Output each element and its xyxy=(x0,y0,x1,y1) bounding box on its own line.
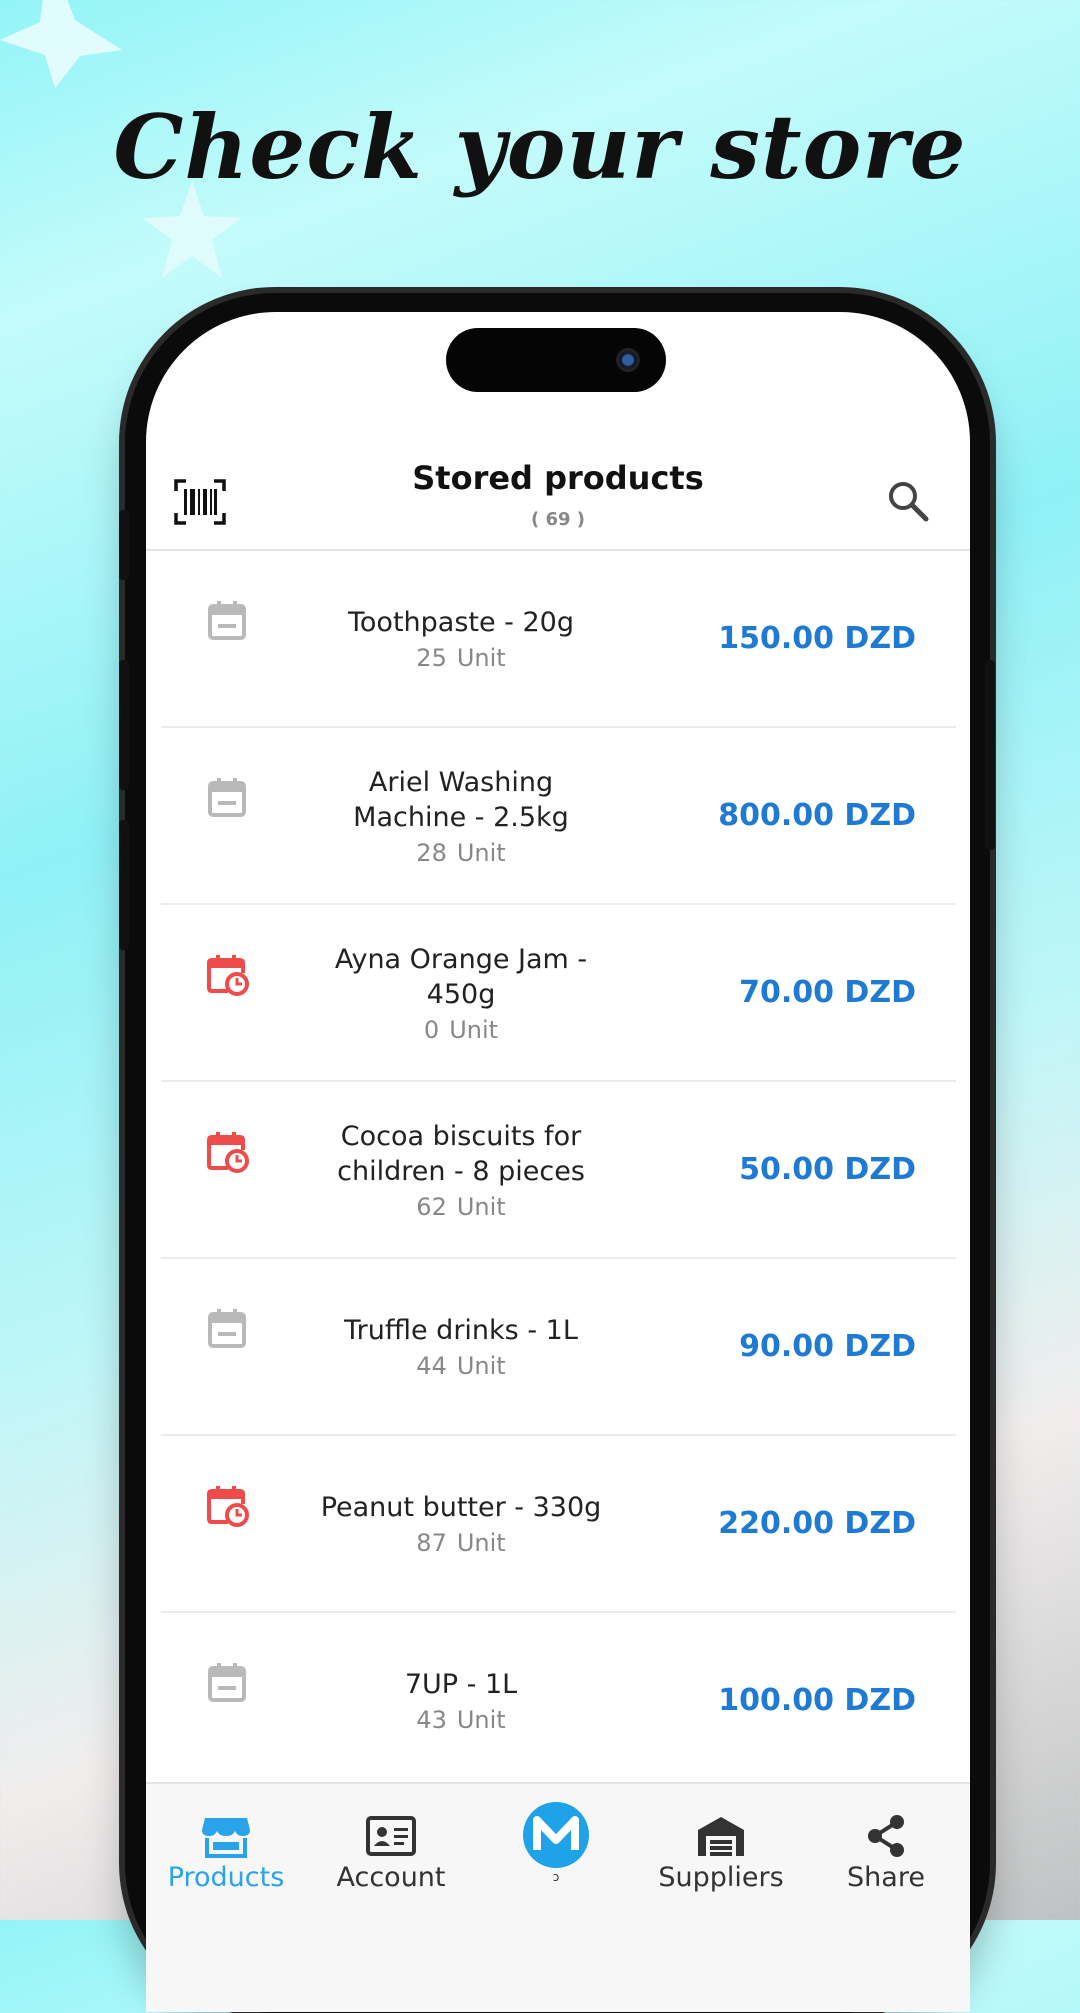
product-info: Peanut butter - 330g 87 Unit xyxy=(311,1436,611,1611)
product-info: Toothpaste - 20g 25 Unit xyxy=(311,551,611,726)
product-quantity: 87 Unit xyxy=(416,1529,505,1557)
product-info: Truffle drinks - 1L 44 Unit xyxy=(311,1259,611,1434)
nav-label: Share xyxy=(847,1862,925,1893)
volume-button xyxy=(119,510,129,580)
warehouse-icon xyxy=(696,1814,746,1858)
quantity-unit: Unit xyxy=(456,1706,506,1734)
list-item[interactable]: Truffle drinks - 1L 44 Unit 90.00 DZD xyxy=(161,1259,956,1436)
product-price: 90.00 DZD xyxy=(739,1329,916,1364)
volume-button xyxy=(119,820,129,950)
product-price: 150.00 DZD xyxy=(718,621,916,656)
logo-caption: ↄ xyxy=(552,1870,560,1884)
product-price: 50.00 DZD xyxy=(739,1152,916,1187)
quantity-value: 87 xyxy=(416,1529,447,1557)
quantity-value: 62 xyxy=(416,1192,447,1221)
product-price: 800.00 DZD xyxy=(718,798,916,833)
share-icon xyxy=(861,1814,911,1858)
calendar-icon xyxy=(206,1661,250,1705)
product-quantity: 43 Unit xyxy=(416,1706,505,1734)
list-item[interactable]: Peanut butter - 330g 87 Unit 220.00 DZD xyxy=(161,1436,956,1613)
nav-products[interactable]: Products xyxy=(146,1784,306,1894)
dynamic-island xyxy=(446,328,666,392)
list-item[interactable]: Ayna Orange Jam - 450g 0 Unit 70.00 DZD xyxy=(161,905,956,1082)
list-item[interactable]: Cocoa biscuits for children - 8 pieces 6… xyxy=(161,1082,956,1259)
product-info: Ariel Washing Machine - 2.5kg 28 Unit xyxy=(311,728,611,903)
calendar-clock-icon xyxy=(206,1484,250,1528)
quantity-unit: Unit xyxy=(456,838,506,867)
product-name: Peanut butter - 330g xyxy=(320,1492,602,1523)
product-name: Ariel Washing Machine - 2.5kg xyxy=(353,766,569,833)
quantity-value: 44 xyxy=(416,1352,447,1380)
product-name: Truffle drinks - 1L xyxy=(344,1315,578,1346)
product-quantity: 25 Unit xyxy=(416,644,505,672)
store-icon xyxy=(201,1814,251,1858)
nav-share[interactable]: Share xyxy=(806,1784,966,1894)
product-quantity: 44 Unit xyxy=(416,1352,505,1380)
quantity-value: 43 xyxy=(416,1706,447,1734)
nav-account[interactable]: Account xyxy=(311,1784,471,1894)
product-name: Toothpaste - 20g xyxy=(348,607,574,638)
quantity-unit: Unit xyxy=(456,644,506,672)
power-button xyxy=(985,660,995,850)
calendar-icon xyxy=(206,599,250,643)
app-bar: Stored products ( 69 ) xyxy=(146,447,970,551)
product-info: 7UP - 1L 43 Unit xyxy=(311,1613,611,1788)
product-info: Cocoa biscuits for children - 8 pieces 6… xyxy=(311,1082,611,1257)
volume-button xyxy=(119,660,129,790)
nav-label: Products xyxy=(167,1862,285,1893)
quantity-value: 0 xyxy=(423,1015,440,1044)
nav-suppliers[interactable]: Suppliers xyxy=(641,1784,801,1894)
phone-screen: Stored products ( 69 ) Toothpaste - 20g … xyxy=(146,312,970,2012)
nav-label: Account xyxy=(336,1862,446,1893)
product-price: 100.00 DZD xyxy=(718,1683,916,1718)
list-item[interactable]: 7UP - 1L 43 Unit 100.00 DZD xyxy=(161,1613,956,1790)
product-price: 70.00 DZD xyxy=(739,975,916,1010)
calendar-icon xyxy=(206,1307,250,1351)
product-quantity: 0 Unit xyxy=(424,1016,498,1044)
quantity-unit: Unit xyxy=(456,1192,506,1221)
camera-icon xyxy=(616,348,640,372)
product-price: 220.00 DZD xyxy=(718,1506,916,1541)
quantity-unit: Unit xyxy=(456,1529,506,1557)
product-list: Toothpaste - 20g 25 Unit 150.00 DZD Ariel… xyxy=(161,551,956,1790)
nav-label: Suppliers xyxy=(658,1862,784,1893)
id-card-icon xyxy=(366,1814,416,1858)
list-item[interactable]: Ariel Washing Machine - 2.5kg 28 Unit 800… xyxy=(161,728,956,905)
product-name: Cocoa biscuits for children - 8 pieces xyxy=(337,1120,585,1187)
calendar-clock-icon xyxy=(206,1130,250,1174)
calendar-clock-icon xyxy=(206,953,250,997)
bottom-nav: Products Account ↄ Suppliers Share xyxy=(146,1782,970,2012)
product-name: Ayna Orange Jam - 450g xyxy=(334,943,588,1010)
quantity-unit: Unit xyxy=(456,1352,506,1380)
product-count: ( 69 ) xyxy=(530,509,586,530)
product-info: Ayna Orange Jam - 450g 0 Unit xyxy=(311,905,611,1080)
list-item[interactable]: Toothpaste - 20g 25 Unit 150.00 DZD xyxy=(161,551,956,728)
headline: Check your store xyxy=(113,95,967,199)
app-logo-button[interactable] xyxy=(523,1802,589,1868)
product-quantity: 62 Unit xyxy=(416,1193,505,1221)
product-quantity: 28 Unit xyxy=(416,839,505,867)
quantity-value: 28 xyxy=(416,838,447,867)
quantity-unit: Unit xyxy=(449,1015,499,1044)
product-name: 7UP - 1L xyxy=(404,1669,518,1700)
page-title: Stored products xyxy=(412,459,704,497)
quantity-value: 25 xyxy=(416,644,447,672)
search-icon[interactable] xyxy=(886,479,930,523)
calendar-icon xyxy=(206,776,250,820)
